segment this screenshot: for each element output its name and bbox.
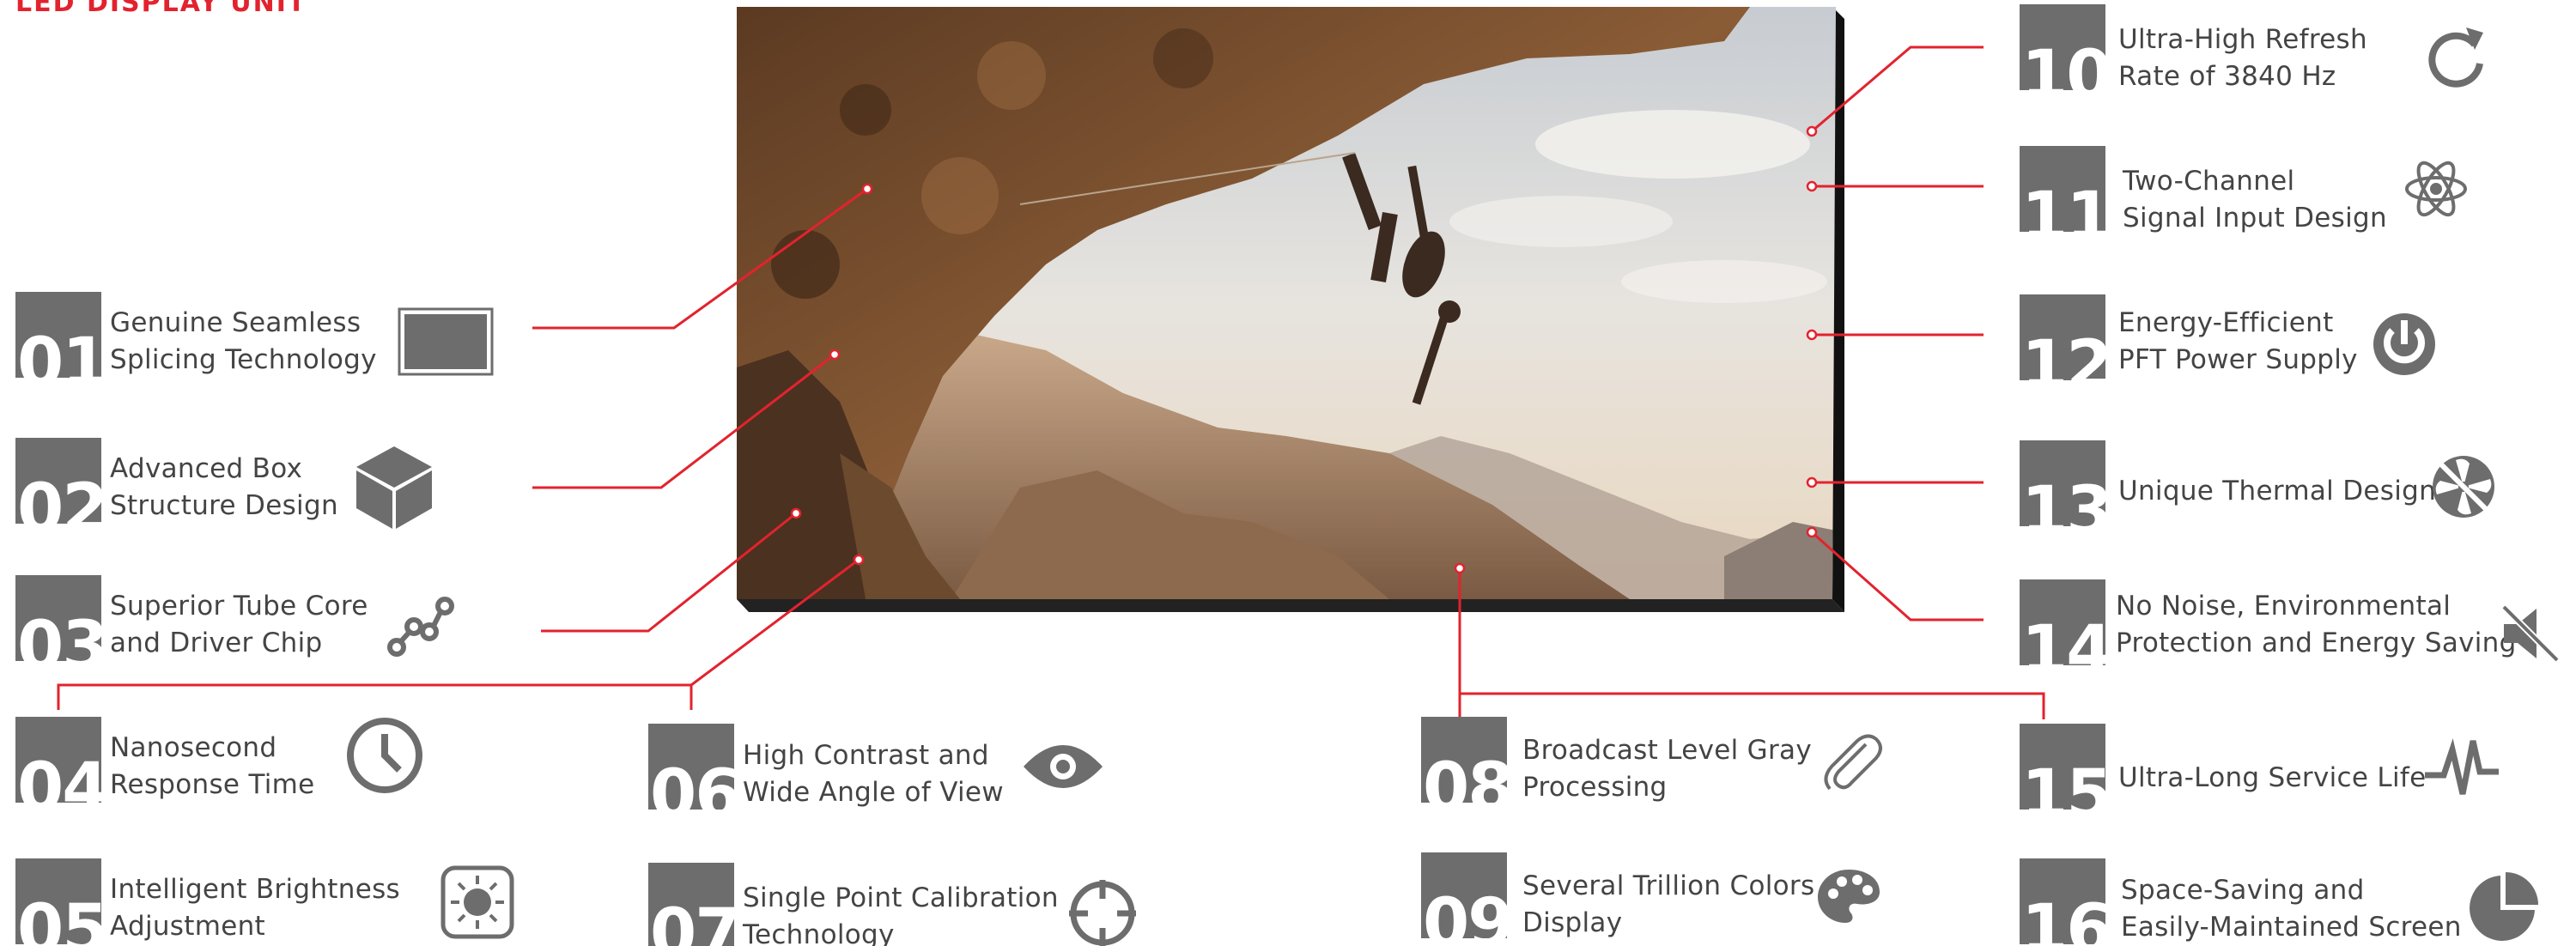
- atom-icon: [2403, 155, 2469, 223]
- feature-line1: Broadcast Level Gray: [1522, 735, 1812, 766]
- fan-icon: [2430, 453, 2497, 520]
- feature-line1: No Noise, Environmental: [2116, 591, 2451, 622]
- eye-icon: [1022, 741, 1104, 792]
- feature-line1: Genuine Seamless: [110, 307, 361, 338]
- feature-line2: Signal Input Design: [2123, 203, 2387, 233]
- feature-line2: Adjustment: [110, 911, 265, 942]
- feature-line1: High Contrast and: [743, 740, 989, 771]
- feature-number-box: 06: [648, 724, 734, 810]
- paperclip-icon: [1816, 727, 1885, 796]
- feature-number-box: 02: [15, 438, 101, 524]
- feature-number-box: 05: [15, 858, 101, 944]
- feature-line2: Easily-Maintained Screen: [2121, 912, 2462, 943]
- feature-line1: Energy-Efficient: [2118, 307, 2334, 338]
- feature-number-box: 09: [1421, 852, 1507, 938]
- feature-line1: Ultra-High Refresh: [2118, 24, 2367, 55]
- refresh-icon: [2427, 26, 2487, 91]
- feature-line2: Protection and Energy Saving: [2116, 628, 2517, 658]
- feature-line1: Single Point Calibration: [743, 882, 1059, 913]
- feature-line2: Rate of 3840 Hz: [2118, 61, 2336, 92]
- brightness-icon: [440, 865, 514, 939]
- clock-icon: [346, 717, 423, 794]
- page-title: LED DISPLAY UNIT: [15, 0, 307, 18]
- feature-number-box: 16: [2020, 858, 2105, 944]
- feature-line2: Splicing Technology: [110, 344, 377, 375]
- feature-line1: Space-Saving and: [2121, 875, 2365, 906]
- feature-number-box: 03: [15, 575, 101, 661]
- feature-number-box: 12: [2020, 294, 2105, 380]
- feature-number-box: 13: [2020, 440, 2105, 526]
- feature-line2: PFT Power Supply: [2118, 344, 2358, 375]
- feature-line2: Ultra-Long Service Life: [2118, 762, 2427, 793]
- feature-line2: Processing: [1522, 772, 1668, 803]
- seamless-screen-icon: [398, 307, 494, 376]
- mute-icon: [2500, 603, 2561, 664]
- crosshair-icon: [1067, 878, 1138, 946]
- feature-line2: Unique Thermal Design: [2118, 476, 2437, 506]
- connected-nodes-icon: [386, 594, 455, 659]
- feature-line1: Two-Channel: [2123, 166, 2295, 197]
- pulse-icon: [2423, 732, 2500, 801]
- feature-number-box: 15: [2020, 724, 2105, 810]
- climber-photo: [737, 7, 1844, 612]
- feature-line2: Display: [1522, 907, 1623, 938]
- feature-line1: Several Trillion Colors: [1522, 870, 1815, 901]
- palette-icon: [1816, 868, 1881, 925]
- feature-line1: Intelligent Brightness: [110, 874, 400, 905]
- feature-line2: Wide Angle of View: [743, 777, 1004, 808]
- feature-line1: Nanosecond: [110, 732, 277, 763]
- feature-number-box: 10: [2020, 4, 2105, 90]
- feature-line2: Structure Design: [110, 490, 338, 521]
- feature-number-box: 11: [2020, 146, 2105, 232]
- feature-number-box: 04: [15, 717, 101, 803]
- cube-icon: [355, 445, 434, 531]
- feature-number-box: 07: [648, 863, 734, 946]
- feature-number-box: 01: [15, 292, 101, 378]
- feature-line1: Superior Tube Core: [110, 591, 368, 622]
- feature-line2: and Driver Chip: [110, 628, 323, 658]
- pie-chart-icon: [2466, 870, 2540, 944]
- feature-number-box: 14: [2020, 579, 2105, 665]
- feature-number-box: 08: [1421, 717, 1507, 803]
- feature-line1: Advanced Box: [110, 453, 303, 484]
- power-icon: [2372, 312, 2437, 377]
- feature-line2: Response Time: [110, 769, 315, 800]
- led-display-screen: [737, 7, 1844, 616]
- feature-line2: Technology: [743, 919, 895, 946]
